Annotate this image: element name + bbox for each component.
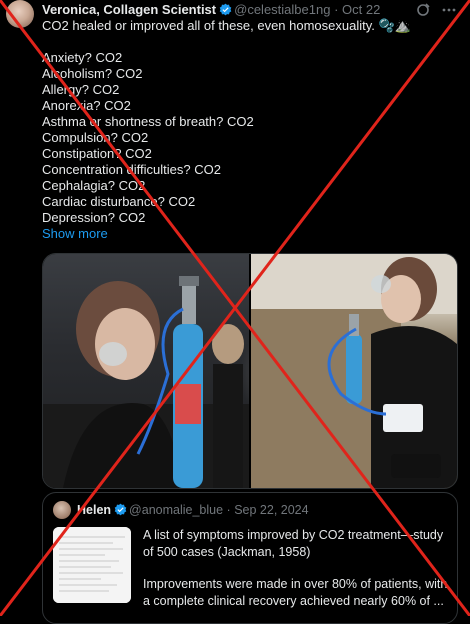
- quote-author-handle[interactable]: @anomalie_blue: [129, 503, 223, 517]
- separator-dot: ·: [226, 503, 231, 517]
- quote-line: a complete clinical recovery achieved ne…: [143, 594, 444, 608]
- quote-header: Helen @anomalie_blue · Sep 22, 2024: [77, 503, 309, 517]
- photo-right-art: [251, 254, 457, 488]
- photo-left[interactable]: [43, 254, 249, 488]
- quote-date[interactable]: Sep 22, 2024: [234, 503, 308, 517]
- grok-icon[interactable]: [416, 3, 430, 17]
- show-more-link[interactable]: Show more: [42, 226, 462, 242]
- list-item: Constipation? CO2: [42, 146, 152, 161]
- list-item: Anorexia? CO2: [42, 98, 131, 113]
- author-handle[interactable]: @celestialbe1ng: [234, 2, 330, 17]
- quote-line: Improvements were made in over 80% of pa…: [143, 577, 448, 591]
- photo-right[interactable]: [251, 254, 457, 488]
- post-text-first: CO2 healed or improved all of these, eve…: [42, 18, 411, 33]
- list-item: Cardiac disturbance? CO2: [42, 194, 196, 209]
- post-media: [42, 253, 458, 489]
- verified-icon: [219, 3, 232, 16]
- quote-line: of 500 cases (Jackman, 1958): [143, 545, 311, 559]
- list-item: Depression? CO2: [42, 210, 146, 225]
- list-item: Anxiety? CO2: [42, 50, 123, 65]
- author-name[interactable]: Veronica, Collagen Scientist: [42, 2, 216, 17]
- more-icon[interactable]: [442, 3, 456, 17]
- list-item: Concentration difficulties? CO2: [42, 162, 221, 177]
- post-header: Veronica, Collagen Scientist @celestialbe…: [42, 2, 380, 17]
- post-date[interactable]: Oct 22: [342, 2, 380, 17]
- list-item: Compulsion? CO2: [42, 130, 149, 145]
- avatar[interactable]: [6, 0, 34, 28]
- list-item: Asthma or shortness of breath? CO2: [42, 114, 254, 129]
- list-item: Allergy? CO2: [42, 82, 120, 97]
- quote-line: A list of symptoms improved by CO2 treat…: [143, 528, 444, 542]
- quoted-post[interactable]: Helen @anomalie_blue · Sep 22, 2024 A lis…: [42, 492, 458, 624]
- list-item: Cephalagia? CO2: [42, 178, 146, 193]
- quote-thumbnail-art: [53, 527, 131, 603]
- post-text: CO2 healed or improved all of these, eve…: [42, 18, 462, 242]
- separator-dot: ·: [334, 2, 339, 17]
- verified-icon: [114, 503, 127, 516]
- quote-text: A list of symptoms improved by CO2 treat…: [143, 527, 453, 610]
- quote-author-name[interactable]: Helen: [77, 503, 111, 517]
- list-item: Alcoholism? CO2: [42, 66, 143, 81]
- quote-thumbnail[interactable]: [53, 527, 131, 603]
- post-actions-top: [416, 3, 456, 17]
- quote-avatar[interactable]: [53, 501, 71, 519]
- photo-left-art: [43, 276, 249, 488]
